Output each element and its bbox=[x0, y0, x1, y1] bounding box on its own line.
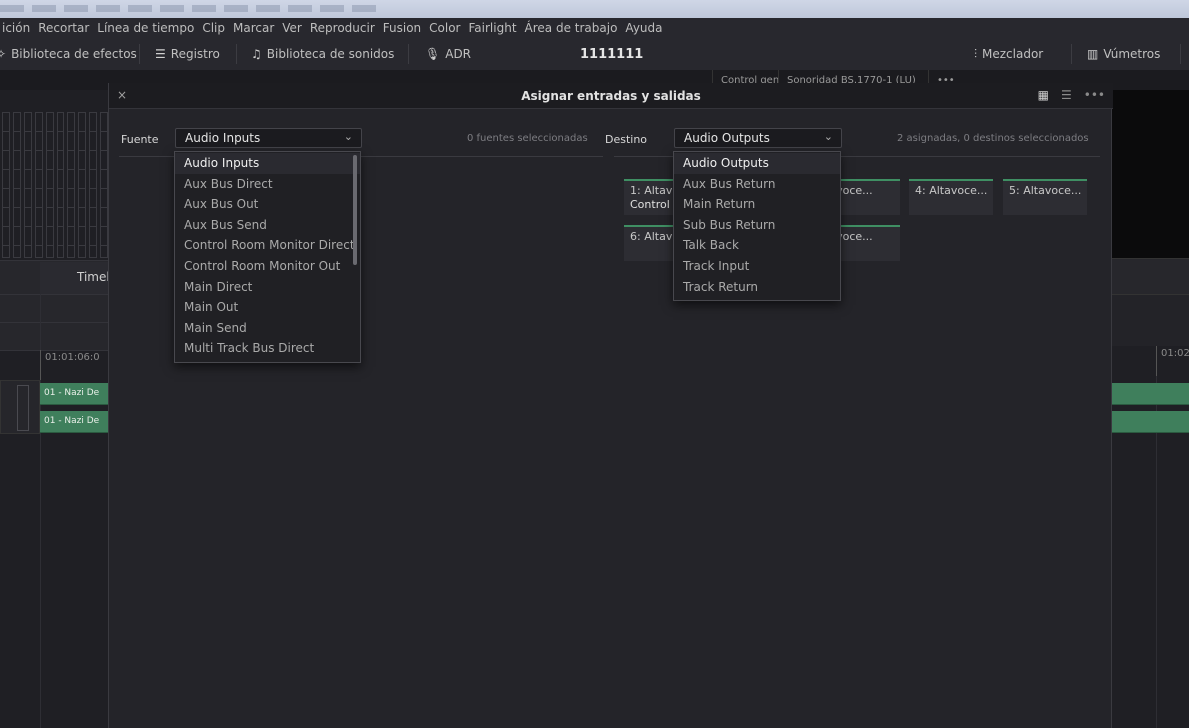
destination-select[interactable]: Audio Outputs ⌄ bbox=[674, 128, 842, 148]
source-option[interactable]: Multi Track Bus Direct bbox=[175, 338, 360, 359]
source-option[interactable]: Main Send bbox=[175, 318, 360, 339]
menu-workspace[interactable]: Área de trabajo bbox=[520, 21, 624, 35]
menu-timeline[interactable]: Línea de tiempo bbox=[92, 21, 200, 35]
source-option[interactable]: Aux Bus Direct bbox=[175, 174, 360, 195]
audio-clip[interactable]: 01 - Nazi De bbox=[40, 383, 108, 405]
source-option[interactable]: Control Room Monitor Out bbox=[175, 256, 360, 277]
destination-option[interactable]: Track Return bbox=[674, 277, 840, 298]
menu-edit[interactable]: ición bbox=[0, 21, 36, 35]
grid-view-icon[interactable]: ▦ bbox=[1038, 88, 1049, 102]
effects-library-button[interactable]: ✧ Biblioteca de efectos bbox=[0, 38, 137, 70]
menu-trim[interactable]: Recortar bbox=[33, 21, 95, 35]
background-right-panel: 01:02: bbox=[1112, 90, 1189, 728]
destination-option[interactable]: Aux Bus Return bbox=[674, 174, 840, 195]
destination-tile[interactable]: 4: Altavoce... bbox=[909, 179, 993, 215]
mixer-icon: ⫶ bbox=[974, 46, 978, 61]
timecode-left: 01:01:06:0 bbox=[40, 350, 100, 380]
menubar: ición Recortar Línea de tiempo Clip Marc… bbox=[0, 18, 1189, 38]
source-label: Fuente bbox=[121, 133, 159, 146]
source-option[interactable]: Aux Bus Send bbox=[175, 215, 360, 236]
audio-clip-right[interactable] bbox=[1112, 411, 1189, 433]
destination-option[interactable]: Main Return bbox=[674, 194, 840, 215]
source-select[interactable]: Audio Inputs ⌄ bbox=[175, 128, 362, 148]
title-strip bbox=[0, 0, 1189, 18]
source-option[interactable]: Main Direct bbox=[175, 277, 360, 298]
chevron-down-icon: ⌄ bbox=[343, 130, 353, 143]
track-header bbox=[0, 380, 40, 434]
destination-option[interactable]: Sub Bus Return bbox=[674, 215, 840, 236]
destination-dropdown: Audio Outputs Aux Bus Return Main Return… bbox=[673, 151, 841, 301]
meters-button[interactable]: ▥ Vúmetros bbox=[1087, 38, 1160, 70]
sound-library-button[interactable]: ♫ Biblioteca de sonidos bbox=[251, 38, 394, 70]
list-view-icon[interactable]: ☰ bbox=[1061, 88, 1072, 102]
source-option[interactable]: Aux Bus Out bbox=[175, 194, 360, 215]
fader-strip bbox=[0, 112, 109, 260]
destination-option[interactable]: Talk Back bbox=[674, 235, 840, 256]
source-dropdown: Audio Inputs Aux Bus Direct Aux Bus Out … bbox=[174, 151, 361, 363]
menu-color[interactable]: Color bbox=[424, 21, 466, 35]
toolbar: ✧ Biblioteca de efectos ☰ Registro ♫ Bib… bbox=[0, 38, 1189, 70]
microphone-icon: 🎙 bbox=[425, 47, 441, 61]
timeline-label: Timeline bbox=[40, 262, 108, 294]
viewer bbox=[1112, 90, 1189, 258]
audio-clip[interactable]: 01 - Nazi De bbox=[40, 411, 108, 433]
dialog-title: Asignar entradas y salidas bbox=[521, 89, 701, 103]
source-option[interactable]: Control Room Monitor Direct bbox=[175, 235, 360, 256]
source-status: 0 fuentes seleccionadas bbox=[467, 133, 588, 144]
menu-mark[interactable]: Marcar bbox=[228, 21, 280, 35]
menu-clip[interactable]: Clip bbox=[197, 21, 231, 35]
destination-option[interactable]: Track Input bbox=[674, 256, 840, 277]
adr-button[interactable]: 🎙 ADR bbox=[425, 38, 471, 70]
dropdown-scrollbar[interactable] bbox=[353, 155, 357, 265]
source-option[interactable]: Audio Inputs bbox=[175, 153, 360, 174]
destination-label: Destino bbox=[605, 133, 648, 146]
effects-icon: ✧ bbox=[0, 47, 7, 61]
audio-clip-right[interactable] bbox=[1112, 383, 1189, 405]
menu-fairlight[interactable]: Fairlight bbox=[464, 21, 523, 35]
view-toggle-group: ▦ ☰ ••• bbox=[1038, 88, 1105, 102]
project-title: 1111111 bbox=[580, 46, 644, 62]
destination-option[interactable]: Audio Outputs bbox=[674, 153, 840, 174]
menu-help[interactable]: Ayuda bbox=[620, 21, 668, 35]
list-icon: ☰ bbox=[155, 47, 166, 61]
chevron-down-icon: ⌄ bbox=[823, 130, 833, 143]
more-options-button[interactable]: ••• bbox=[1084, 88, 1105, 102]
menu-view[interactable]: Ver bbox=[277, 21, 308, 35]
music-note-icon: ♫ bbox=[251, 47, 262, 61]
destination-tile[interactable]: 5: Altavoce... bbox=[1003, 179, 1087, 215]
menu-playback[interactable]: Reproducir bbox=[305, 21, 381, 35]
dialog-header: × Asignar entradas y salidas ▦ ☰ ••• bbox=[109, 83, 1113, 109]
log-button[interactable]: ☰ Registro bbox=[155, 38, 220, 70]
meters-icon: ▥ bbox=[1087, 47, 1099, 61]
source-option[interactable]: Main Out bbox=[175, 297, 360, 318]
timecode-right: 01:02: bbox=[1156, 346, 1189, 376]
app-window: ición Recortar Línea de tiempo Clip Marc… bbox=[0, 0, 1189, 728]
mixer-button[interactable]: ⫶ Mezclador bbox=[974, 38, 1043, 70]
destination-status: 2 asignadas, 0 destinos seleccionados bbox=[897, 133, 1089, 144]
menu-fusion[interactable]: Fusion bbox=[378, 21, 427, 35]
